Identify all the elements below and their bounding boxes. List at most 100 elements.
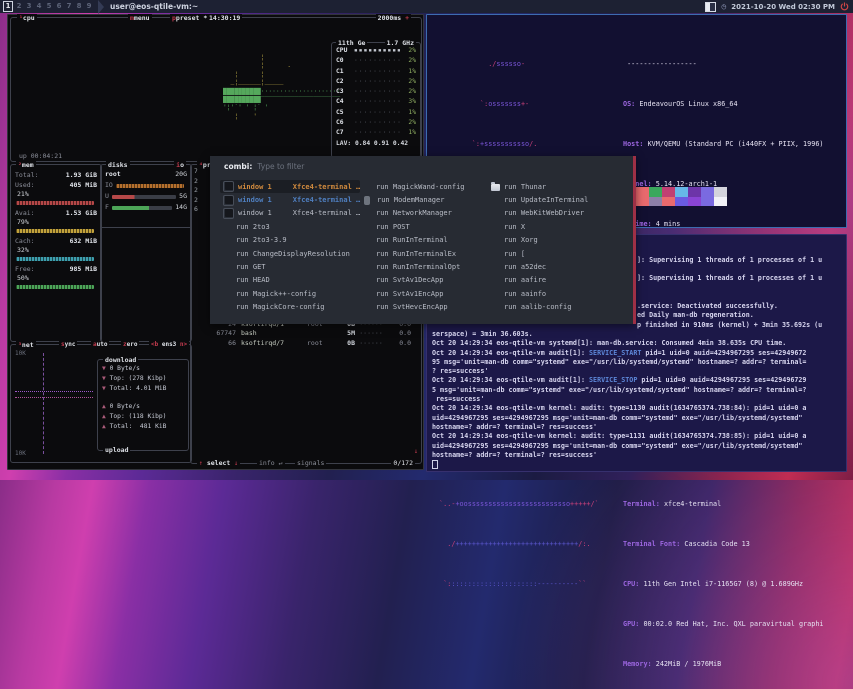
clock-text: 2021-10-20 Wed 02:30 PM — [731, 3, 835, 11]
launcher-entry[interactable]: run GET — [220, 260, 360, 273]
workspace-button[interactable]: 6 — [54, 1, 64, 12]
launcher-entry[interactable]: run MagickCore-config — [220, 301, 360, 314]
cpu-core-row: C5 ·········· 1% — [332, 108, 420, 118]
disk-io-bar — [116, 184, 184, 188]
process-row[interactable]: 67747 bash 5M ······ 0.0 — [191, 329, 421, 339]
launcher-entry[interactable]: run aalib-config — [488, 301, 626, 314]
net-graph-line-up — [15, 397, 93, 398]
io-mode-button[interactable]: io — [174, 161, 186, 169]
launcher-entry[interactable]: run [ — [488, 247, 626, 260]
launcher-entry[interactable]: run Thunar — [488, 180, 626, 193]
cpu-core-row: C1 ·········· 1% — [332, 67, 420, 77]
workspace-button[interactable]: 2 — [14, 1, 24, 12]
launcher-entry[interactable]: run POST — [360, 220, 500, 233]
cpu-graph-line: ¦ ' — [223, 113, 340, 121]
launcher-entry[interactable]: run SvtAv1DecApp — [360, 274, 500, 287]
proc-scroll-down-icon[interactable]: ↓ — [414, 447, 418, 455]
proc-select-button[interactable]: ↑ select ↓ — [197, 459, 240, 467]
launcher-entry[interactable]: run aainfo — [488, 287, 626, 300]
journal-log-line: 5 msg='unit=man-db comm="systemd" exe="/… — [432, 386, 844, 395]
monitor-time: 14:30:19 — [207, 14, 242, 22]
launcher-mode-label: combi: — [224, 162, 252, 171]
launcher-entry[interactable]: run a52dec — [488, 260, 626, 273]
palette-swatch — [636, 197, 649, 207]
workspace-button[interactable]: 4 — [34, 1, 44, 12]
launcher-entry[interactable]: run HEAD — [220, 274, 360, 287]
launcher-entry[interactable]: run aafire — [488, 274, 626, 287]
entry-app-icon — [223, 181, 234, 192]
launcher-search-input[interactable]: Type to filter — [257, 162, 304, 171]
download-stat-row: ▼ 0 Byte/s — [98, 364, 188, 374]
process-row[interactable]: 66 ksoftirqd/7 root 0B ······ 0.0 — [191, 339, 421, 349]
launcher-entry[interactable]: run X — [488, 220, 626, 233]
disk-row-root: root 20G — [101, 169, 191, 180]
systray-window-icon[interactable] — [705, 2, 716, 12]
palette-swatch — [662, 197, 675, 207]
journal-log-line: 95 msg='unit=man-db comm="systemd" exe="… — [432, 358, 844, 367]
preset-button[interactable]: ppreset * — [170, 14, 209, 22]
cpu-core-row: CPU ▪▪▪▪▪▪▪▪▪▪ 2% — [332, 46, 420, 56]
disks-divider — [101, 227, 191, 228]
mem-section: Used: 405 MiB 21% — [15, 180, 97, 205]
rofi-launcher[interactable]: combi: Type to filter window 1 Xfce4-term… — [210, 156, 636, 324]
net-interface-switch[interactable]: <b ens3 n> — [149, 341, 189, 348]
terminal-palette-row2 — [623, 197, 727, 207]
ascii-art-line: `::::::::::::::::::::::----------`` — [435, 579, 599, 589]
launcher-entry[interactable]: run SvtAv1EncApp — [360, 287, 500, 300]
workspace-button[interactable]: 9 — [84, 1, 94, 12]
launcher-entry[interactable]: window 1 Xfce4-terminal … — [220, 180, 360, 193]
menu-button[interactable]: mmenu — [128, 14, 152, 22]
upload-stat-row: ▲ 0 Byte/s — [98, 402, 188, 412]
launcher-entry[interactable]: run 2to3-3.9 — [220, 234, 360, 247]
system-info-row: Memory: 242MiB / 1976MiB — [623, 659, 824, 669]
launcher-entry[interactable]: run ModemManager — [360, 193, 500, 206]
cpu-graph-line: _¦______¦_____ — [223, 79, 340, 87]
workspace-button[interactable]: 1 — [3, 1, 13, 12]
workspace-button[interactable]: 5 — [44, 1, 54, 12]
launcher-entry[interactable]: run SvtHevcEncApp — [360, 301, 500, 314]
launcher-entry[interactable]: window 1 Xfce4-terminal … — [220, 193, 360, 206]
proc-signals-button[interactable]: signals — [295, 459, 326, 467]
workspace-button[interactable]: 8 — [74, 1, 84, 12]
system-info-row: CPU: 11th Gen Intel i7-1165G7 (8) @ 1.68… — [623, 579, 824, 589]
launcher-entry[interactable]: run UpdateInTerminal — [488, 193, 626, 206]
qtile-top-bar: 1 2 3 4 5 6 7 8 9 user@eos-qtile-vm:~ ◷ … — [0, 0, 853, 13]
launcher-entry[interactable]: run RunInTerminalEx — [360, 247, 500, 260]
palette-swatch — [675, 197, 688, 207]
entry-app-icon — [364, 196, 370, 205]
launcher-entry[interactable]: run Xorg — [488, 234, 626, 247]
workspace-button[interactable]: 3 — [24, 1, 34, 12]
journal-log-line: Oct 20 14:29:34 eos-qtile-vm systemd[1]:… — [432, 339, 844, 348]
launcher-entry[interactable]: run ChangeDisplayResolution — [220, 247, 360, 260]
launcher-entry[interactable]: run RunInTerminalOpt — [360, 260, 500, 273]
launcher-entry[interactable]: run RunInTerminal — [360, 234, 500, 247]
palette-swatch — [688, 187, 701, 197]
journal-log-line: uid=4294967295 ses=4294967295 msg='unit=… — [432, 442, 844, 451]
disk-used-bar — [112, 195, 176, 199]
launcher-entry[interactable]: window 1 Xfce4-terminal … — [220, 207, 360, 220]
palette-swatch — [649, 187, 662, 197]
download-title: download — [103, 356, 138, 364]
workspace-button[interactable]: 7 — [64, 1, 74, 12]
launcher-entry[interactable]: run NetworkManager — [360, 207, 500, 220]
net-zero-button[interactable]: zero — [121, 341, 139, 348]
power-button[interactable] — [840, 2, 849, 11]
proc-info-button[interactable]: info ↵ — [257, 459, 285, 467]
cpu-core-row: C7 ·········· 1% — [332, 128, 420, 138]
launcher-entry[interactable]: run 2to3 — [220, 220, 360, 233]
launcher-entry[interactable]: run Magick++-config — [220, 287, 360, 300]
cpu-core-row: C2 ·········· 2% — [332, 77, 420, 87]
launcher-entry[interactable]: run MagickWand-config — [360, 180, 500, 193]
mem-section: Cach: 632 MiB 32% — [15, 236, 97, 261]
launcher-entry[interactable]: run WebKitWebDriver — [488, 207, 626, 220]
net-sync-button[interactable]: sync — [59, 341, 77, 348]
net-auto-button[interactable]: auto — [91, 341, 109, 348]
cpu-box-title: cpu — [23, 14, 35, 22]
mem-total-row: Total: 1.93 GiB — [15, 170, 97, 180]
ascii-art-line: `:+sssssssssso/. — [435, 139, 599, 149]
mem-meter-bar — [16, 201, 94, 205]
refresh-interval[interactable]: 2000ms + — [376, 14, 411, 22]
palette-swatch — [662, 187, 675, 197]
journal-log-line: Oct 20 14:29:34 eos-qtile-vm kernel: aud… — [432, 432, 844, 441]
upload-stat-row: ▲ Total: 481 KiB — [98, 422, 188, 432]
